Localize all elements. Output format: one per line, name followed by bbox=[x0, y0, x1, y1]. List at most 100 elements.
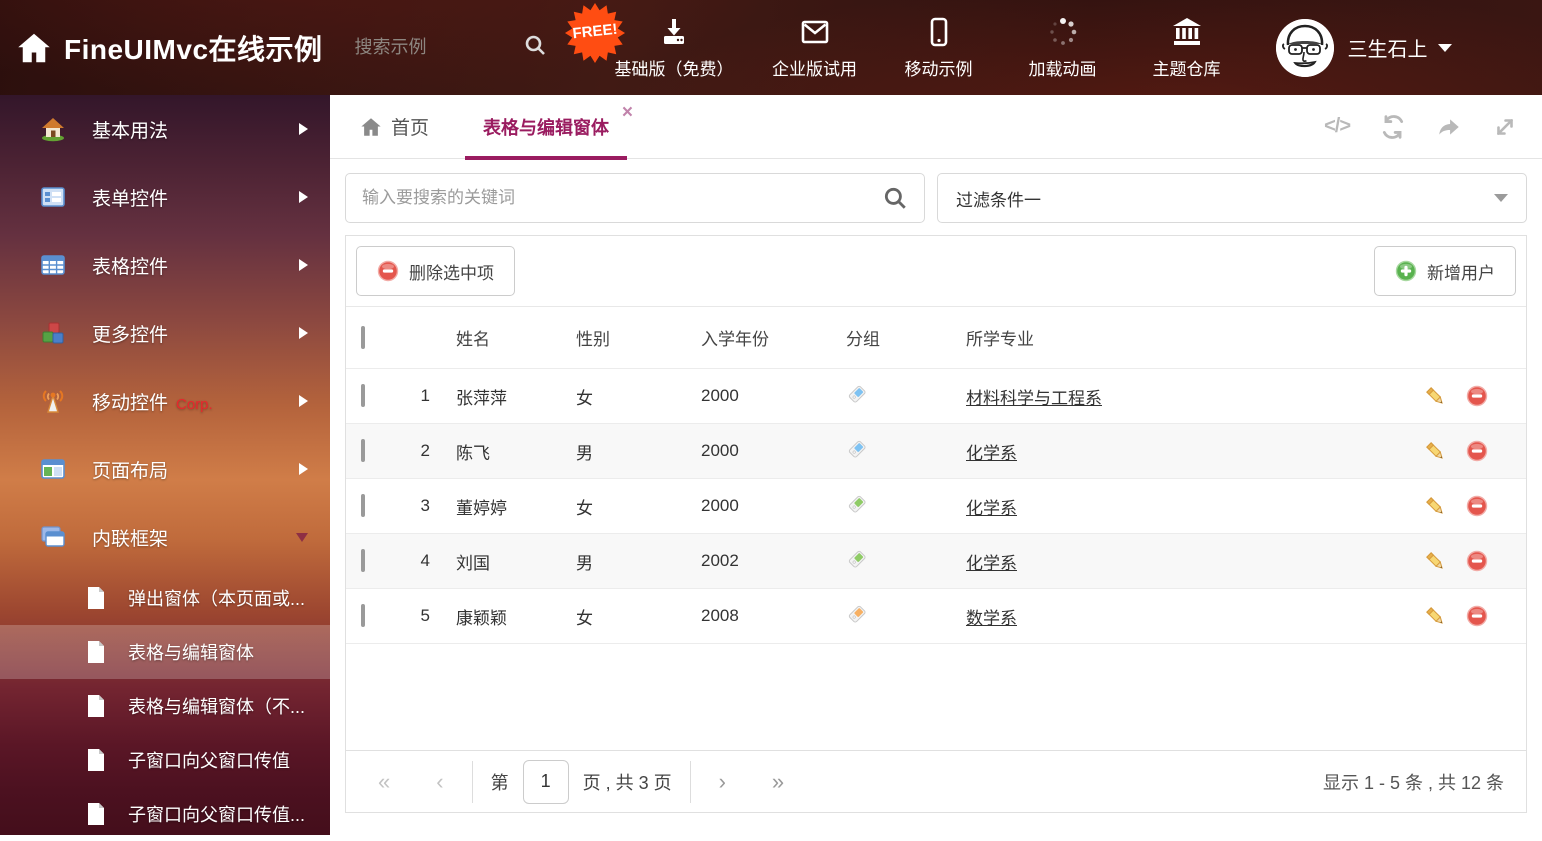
antenna-icon bbox=[40, 388, 66, 414]
row-checkbox[interactable] bbox=[361, 549, 365, 572]
row-checkbox[interactable] bbox=[361, 439, 365, 462]
cubes-icon bbox=[40, 320, 66, 346]
main-area: 首页 表格与编辑窗体 × </> bbox=[330, 95, 1542, 835]
delete-row-icon[interactable] bbox=[1466, 605, 1488, 627]
chevron-right-icon bbox=[299, 123, 308, 135]
cell-gender: 女 bbox=[556, 384, 681, 409]
col-header-gender[interactable]: 性别 bbox=[556, 325, 681, 350]
nav-item-loading-anim[interactable]: 加载动画 bbox=[1020, 16, 1106, 80]
delete-selected-button[interactable]: 删除选中项 bbox=[356, 246, 515, 296]
col-header-year[interactable]: 入学年份 bbox=[681, 325, 826, 350]
next-page-button[interactable]: › bbox=[709, 769, 736, 795]
select-all-checkbox[interactable] bbox=[361, 326, 365, 349]
sidebar-item-basic-usage[interactable]: 基本用法 bbox=[0, 95, 330, 163]
chevron-right-icon bbox=[299, 191, 308, 203]
search-icon[interactable] bbox=[523, 33, 547, 62]
delete-row-icon[interactable] bbox=[1466, 440, 1488, 462]
last-page-button[interactable]: » bbox=[762, 769, 794, 795]
cell-name: 张萍萍 bbox=[436, 384, 556, 409]
major-link[interactable]: 材料科学与工程系 bbox=[966, 389, 1102, 408]
file-icon bbox=[86, 586, 106, 610]
keyword-search-icon[interactable] bbox=[882, 185, 908, 211]
pager-divider bbox=[690, 761, 691, 803]
major-link[interactable]: 化学系 bbox=[966, 499, 1017, 518]
sidebar-item-iframe[interactable]: 内联框架 bbox=[0, 503, 330, 571]
col-header-name[interactable]: 姓名 bbox=[436, 325, 556, 350]
delete-row-icon[interactable] bbox=[1466, 550, 1488, 572]
edit-pencil-icon[interactable] bbox=[1424, 550, 1446, 572]
add-user-button[interactable]: 新增用户 bbox=[1374, 246, 1516, 296]
avatar[interactable] bbox=[1276, 19, 1334, 77]
username: 三生石上 bbox=[1348, 33, 1428, 62]
nav-item-basic-free[interactable]: FREE! 基础版（免费） bbox=[615, 16, 734, 80]
sidebar-item-page-layout[interactable]: 页面布局 bbox=[0, 435, 330, 503]
table-icon bbox=[40, 252, 66, 278]
nav-label: 企业版试用 bbox=[772, 55, 857, 80]
major-link[interactable]: 数学系 bbox=[966, 609, 1017, 628]
table-row: 3 董婷婷 女 2000 化学系 bbox=[346, 479, 1526, 534]
edit-pencil-icon[interactable] bbox=[1424, 605, 1446, 627]
data-grid: 姓名 性别 入学年份 分组 所学专业 1 张萍萍 女 2000 bbox=[346, 306, 1526, 644]
filter-dropdown[interactable]: 过滤条件一 bbox=[937, 173, 1527, 223]
grid-toolbar: 删除选中项 新增用户 bbox=[346, 236, 1526, 306]
major-link[interactable]: 化学系 bbox=[966, 554, 1017, 573]
sidebar-subitem-label: 表格与编辑窗体 bbox=[128, 639, 254, 665]
sidebar-subitem-grid-edit-window-2[interactable]: 表格与编辑窗体（不... bbox=[0, 679, 330, 733]
page-prefix: 第 bbox=[491, 769, 509, 795]
sidebar-subitem-grid-edit-window[interactable]: 表格与编辑窗体 bbox=[0, 625, 330, 679]
nav-item-enterprise-trial[interactable]: 企业版试用 bbox=[772, 16, 858, 80]
fullscreen-icon[interactable] bbox=[1492, 114, 1518, 140]
nav-item-theme-repo[interactable]: 主题仓库 bbox=[1144, 16, 1230, 80]
row-index: 1 bbox=[396, 386, 436, 406]
sidebar-subitem-popup-window[interactable]: 弹出窗体（本页面或... bbox=[0, 571, 330, 625]
sidebar-subitem-label: 表格与编辑窗体（不... bbox=[128, 693, 305, 719]
edit-pencil-icon[interactable] bbox=[1424, 495, 1446, 517]
nav-item-mobile-demo[interactable]: 移动示例 bbox=[896, 16, 982, 80]
tab-home[interactable]: 首页 bbox=[360, 113, 429, 140]
sidebar-subitem-child-to-parent[interactable]: 子窗口向父窗口传值 bbox=[0, 733, 330, 787]
tab-grid-edit-window[interactable]: 表格与编辑窗体 × bbox=[465, 95, 627, 159]
edit-pencil-icon[interactable] bbox=[1424, 440, 1446, 462]
chevron-right-icon bbox=[299, 327, 308, 339]
header-search-input[interactable] bbox=[355, 37, 505, 58]
col-header-group[interactable]: 分组 bbox=[826, 325, 946, 350]
first-page-button[interactable]: « bbox=[368, 769, 400, 795]
sidebar-subitem-child-to-parent-2[interactable]: 子窗口向父窗口传值... bbox=[0, 787, 330, 841]
row-checkbox[interactable] bbox=[361, 384, 365, 407]
major-link[interactable]: 化学系 bbox=[966, 444, 1017, 463]
cell-gender: 男 bbox=[556, 439, 681, 464]
sidebar-item-more-controls[interactable]: 更多控件 bbox=[0, 299, 330, 367]
row-checkbox[interactable] bbox=[361, 494, 365, 517]
sidebar-item-mobile-controls[interactable]: 移动控件Corp. bbox=[0, 367, 330, 435]
edit-pencil-icon[interactable] bbox=[1424, 385, 1446, 407]
user-menu[interactable]: 三生石上 bbox=[1276, 19, 1452, 77]
refresh-icon[interactable] bbox=[1380, 114, 1406, 140]
logo[interactable]: FineUIMvc在线示例 bbox=[16, 28, 323, 68]
sidebar-subitem-label: 子窗口向父窗口传值 bbox=[128, 747, 290, 773]
cell-gender: 男 bbox=[556, 549, 681, 574]
sidebar-item-label: 内联框架 bbox=[92, 524, 296, 551]
delete-row-icon[interactable] bbox=[1466, 495, 1488, 517]
home-icon bbox=[40, 116, 66, 142]
row-checkbox[interactable] bbox=[361, 604, 365, 627]
sidebar-item-grid-controls[interactable]: 表格控件 bbox=[0, 231, 330, 299]
cell-gender: 女 bbox=[556, 494, 681, 519]
user-caret-icon bbox=[1438, 44, 1452, 52]
share-icon[interactable] bbox=[1436, 114, 1462, 140]
tab-bar: 首页 表格与编辑窗体 × </> bbox=[330, 95, 1542, 159]
file-icon bbox=[86, 802, 106, 826]
keyword-input[interactable] bbox=[362, 188, 882, 208]
prev-page-button[interactable]: ‹ bbox=[426, 769, 453, 795]
delete-row-icon[interactable] bbox=[1466, 385, 1488, 407]
tab-close-icon[interactable]: × bbox=[622, 103, 633, 122]
envelope-icon bbox=[798, 16, 832, 48]
sidebar-item-label: 表单控件 bbox=[92, 184, 299, 211]
page-number-input[interactable] bbox=[523, 760, 569, 804]
bank-icon bbox=[1170, 16, 1204, 48]
nav-label: 主题仓库 bbox=[1153, 55, 1221, 80]
sidebar-item-form-controls[interactable]: 表单控件 bbox=[0, 163, 330, 231]
cell-name: 陈飞 bbox=[436, 439, 556, 464]
cell-name: 董婷婷 bbox=[436, 494, 556, 519]
view-source-icon[interactable]: </> bbox=[1324, 115, 1350, 138]
col-header-major[interactable]: 所学专业 bbox=[946, 325, 1396, 350]
